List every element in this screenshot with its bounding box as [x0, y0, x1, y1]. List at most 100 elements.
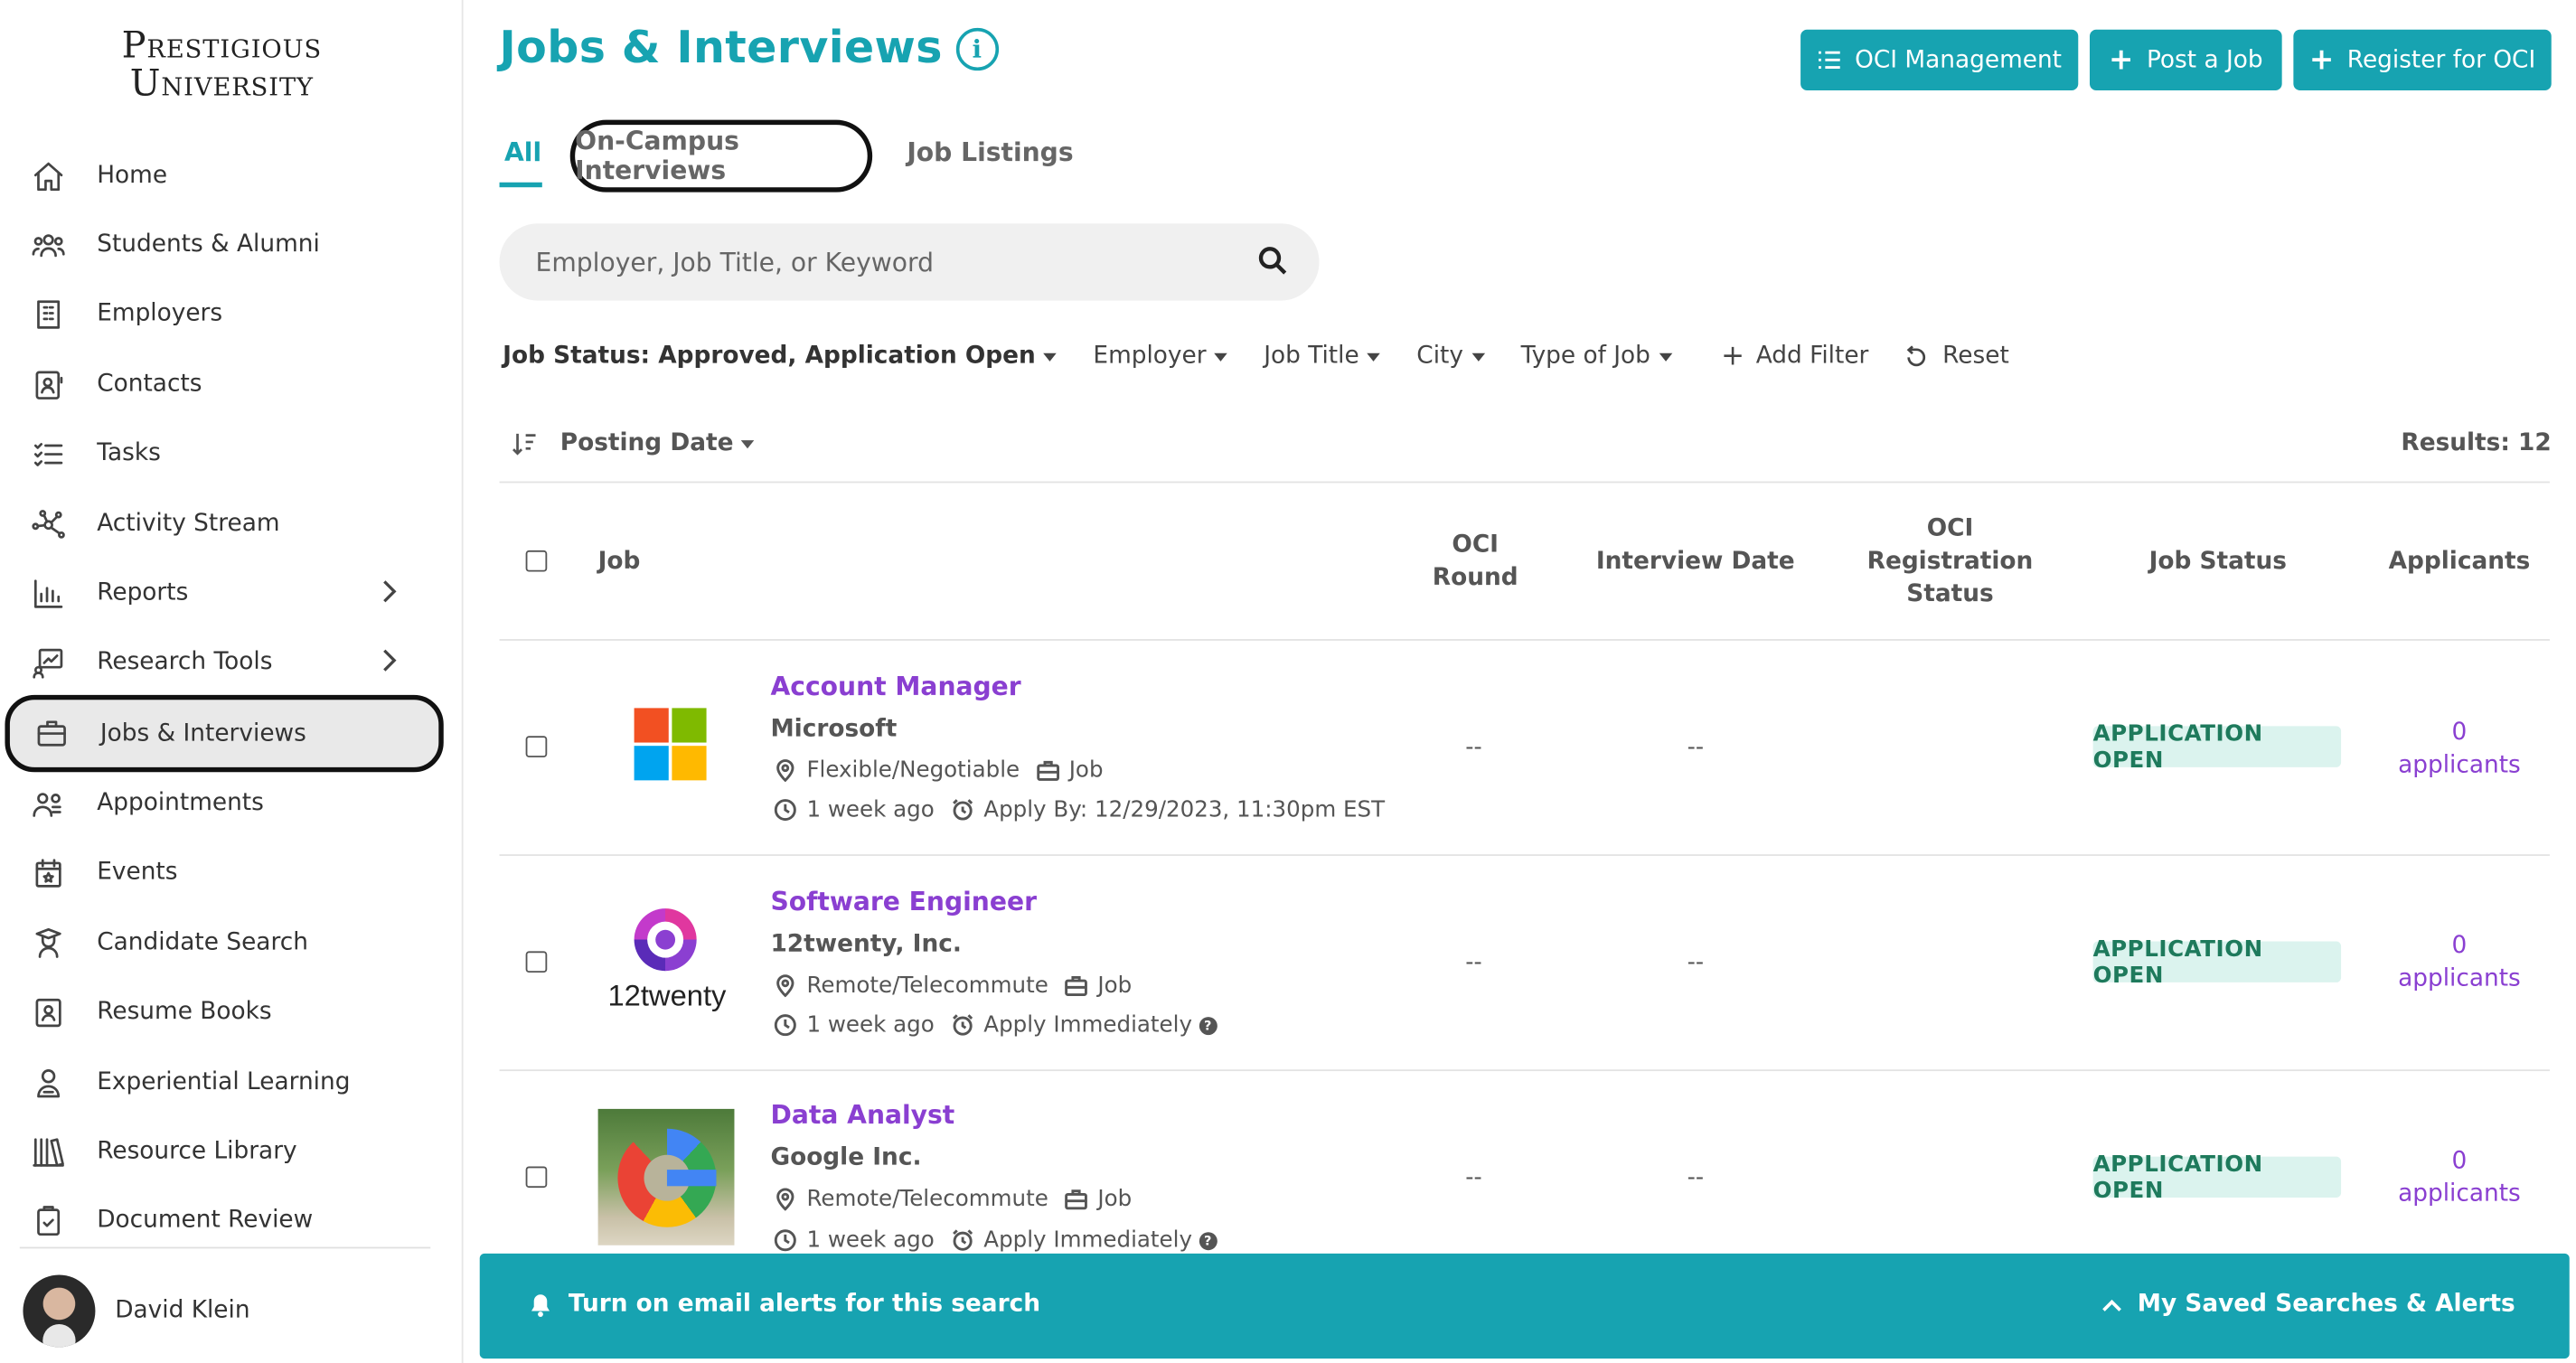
sidebar-item-candidate-search[interactable]: Candidate Search	[6, 908, 447, 977]
saved-searches-toggle[interactable]: My Saved Searches & Alerts	[2101, 1292, 2515, 1318]
oci-management-button[interactable]: OCI Management	[1800, 29, 2079, 90]
applicants-link[interactable]: 0 applicants	[2365, 1145, 2552, 1211]
filter-label: Job Title	[1264, 343, 1359, 370]
sidebar-item-label: Resource Library	[97, 1138, 297, 1165]
reset-label: Reset	[1942, 343, 2009, 370]
sidebar-item-activity-stream[interactable]: Activity Stream	[6, 490, 447, 559]
user-profile[interactable]: David Klein	[23, 1274, 250, 1348]
filter-job-status[interactable]: Job Status: Approved, Application Open	[503, 343, 1058, 370]
sidebar-item-events[interactable]: Events	[6, 838, 447, 907]
chevron-right-icon[interactable]	[378, 578, 400, 605]
post-job-button[interactable]: + Post a Job	[2089, 29, 2282, 90]
tab-on-campus-interviews[interactable]: On-Campus Interviews	[569, 119, 873, 193]
sidebar-item-students-alumni[interactable]: Students & Alumni	[6, 211, 447, 279]
register-oci-button[interactable]: + Register for OCI	[2293, 29, 2552, 90]
tab-all[interactable]: All	[504, 138, 541, 168]
interview-date-value: --	[1687, 949, 1705, 976]
sidebar-item-jobs-interviews[interactable]: Jobs & Interviews	[5, 694, 444, 773]
saved-searches-label: My Saved Searches & Alerts	[2137, 1291, 2515, 1318]
oci-round-value: --	[1465, 1164, 1482, 1191]
document-check-icon	[28, 1201, 68, 1241]
job-title-link[interactable]: Account Manager	[770, 672, 1020, 701]
sidebar-item-label: Resume Books	[97, 999, 272, 1026]
sort-control[interactable]: Posting Date	[511, 430, 756, 456]
sidebar-item-resume-books[interactable]: Resume Books	[6, 977, 447, 1046]
sidebar-item-contacts[interactable]: Contacts	[6, 350, 447, 418]
row-checkbox[interactable]	[525, 736, 548, 757]
applicants-count: 0	[2451, 933, 2468, 960]
company-name[interactable]: Microsoft	[770, 716, 897, 742]
sidebar-item-research-tools[interactable]: Research Tools	[6, 627, 447, 696]
sidebar-item-experiential-learning[interactable]: Experiential Learning	[6, 1048, 447, 1117]
filter-employer[interactable]: Employer	[1093, 343, 1228, 370]
location-pin-icon	[776, 759, 794, 783]
sidebar-item-label: Document Review	[97, 1207, 314, 1235]
company-name[interactable]: Google Inc.	[770, 1145, 921, 1171]
select-all-checkbox[interactable]	[525, 550, 548, 572]
sidebar-item-document-review[interactable]: Document Review	[6, 1186, 447, 1255]
building-icon	[28, 294, 68, 334]
sidebar-item-appointments[interactable]: Appointments	[6, 769, 447, 838]
people-icon	[28, 784, 68, 823]
search-input[interactable]: Employer, Job Title, or Keyword	[499, 223, 1320, 301]
alerts-footer-bar: Turn on email alerts for this search My …	[479, 1253, 2570, 1359]
help-icon[interactable]: ?	[1199, 1016, 1217, 1035]
sidebar-item-home[interactable]: Home	[6, 141, 447, 210]
location-pin-icon	[776, 974, 794, 998]
sidebar: Prestigious University Home Students & A…	[0, 0, 464, 1363]
job-location: Remote/Telecommute	[806, 973, 1048, 1000]
company-name[interactable]: 12twenty, Inc.	[770, 932, 961, 958]
graduate-icon	[28, 923, 68, 963]
filter-city[interactable]: City	[1416, 343, 1485, 370]
job-type: Job	[1068, 757, 1104, 784]
chevron-right-icon[interactable]	[378, 647, 400, 673]
column-header-job-status[interactable]: Job Status	[2120, 545, 2317, 578]
row-checkbox[interactable]	[525, 951, 548, 973]
add-filter-button[interactable]: + Add Filter	[1721, 340, 1868, 372]
filter-label: Type of Job	[1520, 343, 1650, 370]
divider	[499, 639, 2550, 641]
applicants-count: 0	[2451, 719, 2468, 747]
avatar[interactable]	[23, 1274, 96, 1348]
home-icon	[28, 156, 68, 196]
column-header-applicants[interactable]: Applicants	[2365, 545, 2552, 578]
search-icon[interactable]	[1256, 245, 1289, 277]
applicants-link[interactable]: 0 applicants	[2365, 930, 2552, 996]
column-header-oci-round[interactable]: OCI Round	[1426, 529, 1525, 595]
job-meta-location: Remote/Telecommute Job	[774, 1186, 1132, 1212]
applicants-label: applicants	[2398, 965, 2521, 992]
filter-bar: Job Status: Approved, Application Open E…	[503, 340, 2045, 372]
job-title-link[interactable]: Data Analyst	[770, 1101, 954, 1131]
page-title-text: Jobs & Interviews	[499, 23, 943, 74]
library-books-icon	[28, 1132, 68, 1171]
location-pin-icon	[776, 1188, 794, 1211]
oci-round-value: --	[1465, 734, 1482, 761]
applicants-link[interactable]: 0 applicants	[2365, 716, 2552, 782]
job-meta-dates: 1 week ago Apply Immediately ?	[774, 1012, 1217, 1039]
sidebar-item-reports[interactable]: Reports	[6, 559, 447, 627]
university-logo[interactable]: Prestigious University	[0, 29, 444, 106]
row-checkbox[interactable]	[525, 1166, 548, 1189]
help-icon[interactable]: ?	[1199, 1231, 1217, 1250]
column-header-oci-registration-status[interactable]: OCI Registration Status	[1860, 512, 2041, 611]
sidebar-item-tasks[interactable]: Tasks	[6, 418, 447, 487]
job-title-link[interactable]: Software Engineer	[770, 888, 1037, 917]
job-location: Flexible/Negotiable	[806, 757, 1020, 784]
sidebar-item-resource-library[interactable]: Resource Library	[6, 1117, 447, 1186]
job-location: Remote/Telecommute	[806, 1186, 1048, 1213]
sidebar-item-employers[interactable]: Employers	[6, 279, 447, 348]
filter-job-title[interactable]: Job Title	[1264, 343, 1381, 370]
column-header-interview-date[interactable]: Interview Date	[1590, 545, 1800, 578]
clock-icon	[774, 799, 796, 822]
apply-deadline: Apply Immediately	[983, 1227, 1193, 1254]
reset-button[interactable]: Reset	[1904, 343, 2009, 370]
column-header-job[interactable]: Job	[598, 545, 641, 578]
task-list-icon	[28, 434, 68, 474]
filter-label: Employer	[1093, 343, 1207, 370]
email-alerts-button[interactable]: Turn on email alerts for this search	[529, 1292, 1040, 1318]
tab-job-listings[interactable]: Job Listings	[907, 138, 1073, 168]
job-type: Job	[1097, 973, 1133, 1000]
filter-type-of-job[interactable]: Type of Job	[1521, 343, 1672, 370]
status-badge: APPLICATION OPEN	[2092, 1151, 2342, 1203]
info-icon[interactable]: i	[955, 26, 999, 70]
